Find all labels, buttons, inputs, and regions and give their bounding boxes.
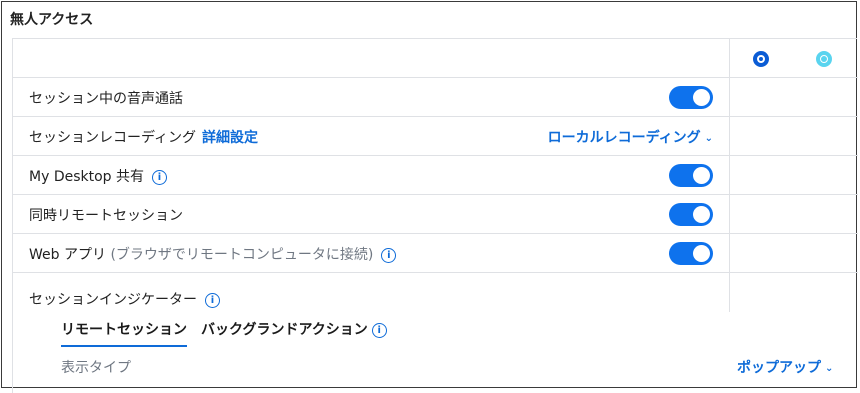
my-desktop-toggle[interactable] [669,164,713,187]
concurrent-session-toggle[interactable] [669,203,713,226]
concurrent-session-label: 同時リモートセッション [29,208,183,224]
session-recording-text: セッションレコーディング [29,130,197,146]
row-voice-call: セッション中の音声通話 [13,78,858,117]
my-desktop-label: My Desktop 共有 i [29,166,168,186]
light-blue-circle-icon [816,51,832,67]
session-recording-label: セッションレコーディング 詳細設定 [29,127,258,147]
row-concurrent-session: 同時リモートセッション [13,195,858,234]
info-icon[interactable]: i [381,247,397,263]
section-title: 無人アクセス [10,12,94,28]
recording-mode-value: ローカルレコーディング [547,130,701,146]
display-type-label: 表示タイプ [61,360,131,376]
row-session-recording: セッションレコーディング 詳細設定 ローカルレコーディング ⌄ [13,117,858,156]
info-icon[interactable]: i [371,322,387,338]
toggle-knob [693,206,710,223]
info-icon[interactable]: i [152,169,168,185]
tab-background-action-label: バックグランドアクション [201,322,368,338]
tab-background-action[interactable]: バックグランドアクション i [201,319,387,339]
web-app-label: Web アプリ (ブラウザでリモートコンピュータに接続) i [29,244,397,264]
voice-call-toggle[interactable] [669,86,713,109]
voice-call-label: セッション中の音声通話 [29,91,183,107]
display-type-value: ポップアップ [737,360,821,376]
web-app-text: Web アプリ [29,247,106,263]
toggle-knob [693,167,710,184]
info-icon[interactable]: i [205,292,220,308]
display-type-dropdown[interactable]: ポップアップ ⌄ [737,357,833,377]
my-desktop-text: My Desktop 共有 [29,169,145,185]
chevron-down-icon: ⌄ [704,132,713,144]
web-app-note: (ブラウザでリモートコンピュータに接続) [110,247,374,263]
tab-remote-session[interactable]: リモートセッション [61,319,187,347]
unattended-access-panel: 無人アクセス セッション中の音声通話 セッションレコーディング 詳細設定 ローカル… [1,1,858,393]
toggle-knob [693,89,710,106]
recording-mode-dropdown[interactable]: ローカルレコーディング ⌄ [548,127,713,147]
web-app-toggle[interactable] [669,242,713,265]
settings-table: セッション中の音声通話 セッションレコーディング 詳細設定 ローカルレコーディング… [12,38,858,393]
dark-blue-circle-icon [753,51,769,67]
header-row [13,39,858,78]
row-my-desktop: My Desktop 共有 i [13,156,858,195]
session-indicator-label: セッションインジケーター i [29,289,220,309]
row-web-app: Web アプリ (ブラウザでリモートコンピュータに接続) i [13,234,858,273]
session-indicator-text: セッションインジケーター [29,292,197,308]
chevron-down-icon: ⌄ [825,362,834,374]
toggle-knob [693,245,710,262]
advanced-settings-link[interactable]: 詳細設定 [202,130,258,146]
